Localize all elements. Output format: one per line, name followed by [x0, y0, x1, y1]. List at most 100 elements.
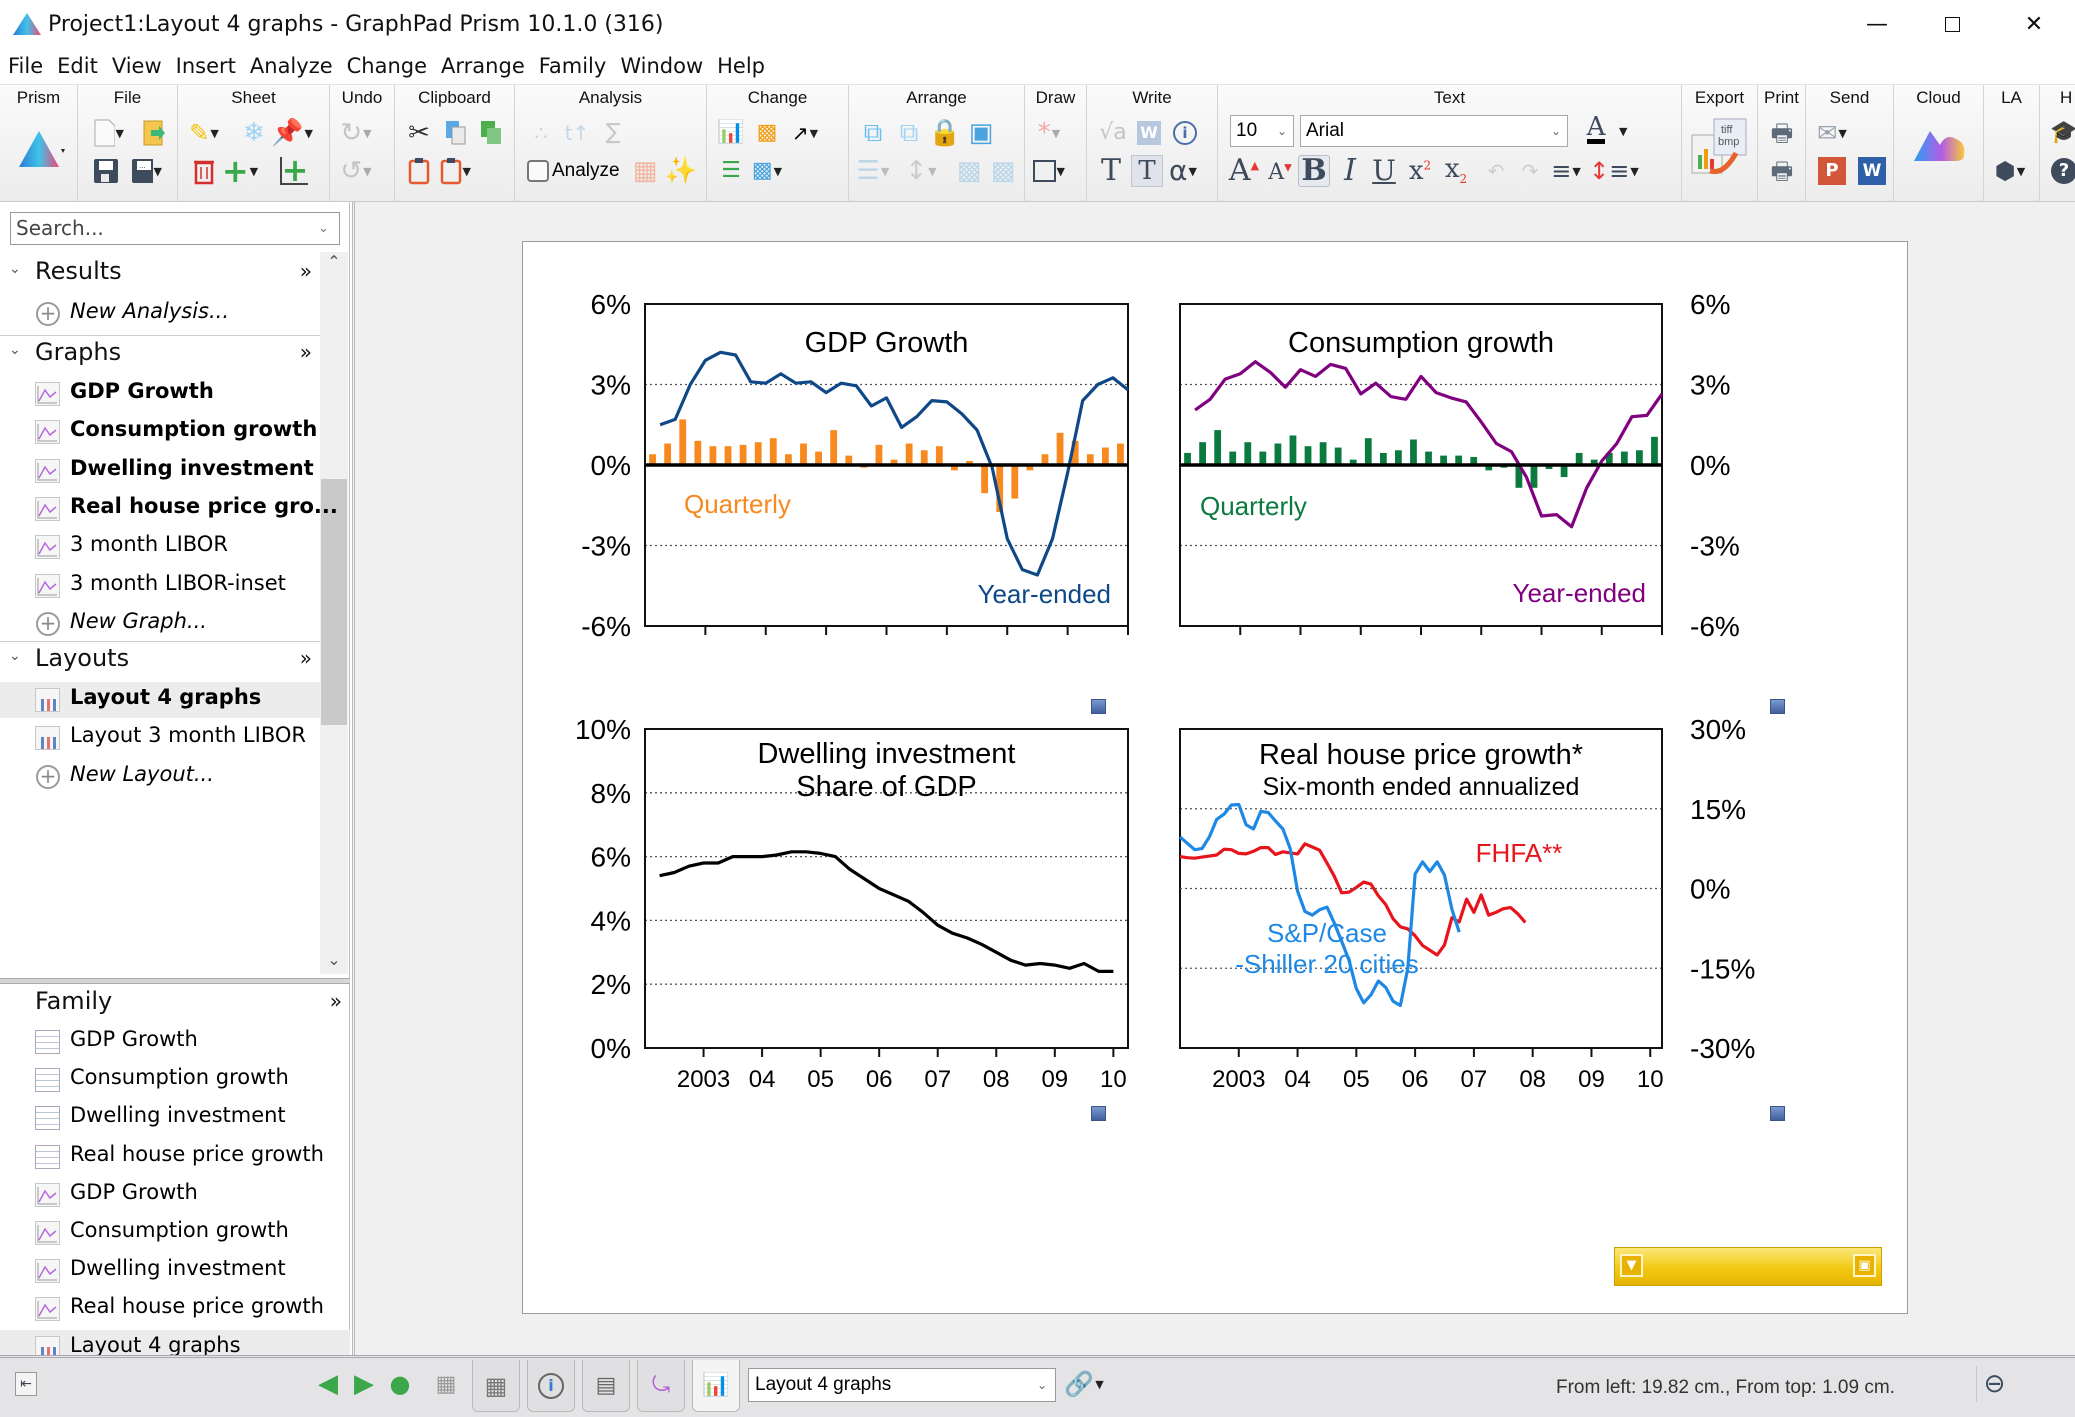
family-item[interactable]: Real house price growth — [0, 1139, 350, 1175]
graph-item[interactable]: 3 month LIBOR-inset — [0, 568, 320, 604]
format-graph-button[interactable]: ▩ — [751, 117, 783, 149]
analysis-scatter-button[interactable]: ∴ — [525, 117, 557, 149]
collapse-toolbar-button[interactable]: ▼ — [1620, 1254, 1643, 1277]
expand-more-icon[interactable]: » — [300, 646, 312, 670]
format-axes-button[interactable]: ☰ — [715, 155, 747, 187]
copy-special-button[interactable] — [475, 117, 507, 149]
bold-button[interactable]: B — [1298, 155, 1330, 187]
print-preview-button[interactable]: 🖶 — [1766, 155, 1798, 187]
new-graph-item[interactable]: + New Graph... — [0, 606, 320, 642]
resize-handle[interactable] — [1091, 699, 1106, 714]
next-sheet-button[interactable]: ▶ — [346, 1366, 382, 1402]
expand-more-icon[interactable]: » — [300, 259, 312, 283]
restore-toolbar-button[interactable]: ▣ — [1853, 1254, 1876, 1277]
cloud-button[interactable] — [1910, 123, 1968, 167]
undo-button[interactable]: ↺ ▼ — [340, 155, 372, 187]
floating-toolbar[interactable]: ▼ ▣ — [1614, 1247, 1882, 1286]
send-back-button[interactable]: ⧉ — [893, 117, 925, 149]
layout-item[interactable]: Layout 4 graphs — [0, 682, 320, 718]
tab-info[interactable]: i — [527, 1360, 575, 1412]
menu-analyze[interactable]: Analyze — [250, 54, 333, 78]
decrease-font-button[interactable]: A▼ — [1264, 157, 1296, 189]
tab-results[interactable]: ▤ — [582, 1360, 630, 1412]
change-graph-type-button[interactable]: 📊 — [715, 117, 747, 149]
section-results-header[interactable]: ⌄ Results » — [0, 257, 320, 291]
maximize-button[interactable] — [1911, 0, 1993, 48]
section-layouts-header[interactable]: ⌄ Layouts » — [0, 644, 320, 678]
menu-edit[interactable]: Edit — [57, 54, 98, 78]
sheet-selector[interactable]: Layout 4 graphs ⌄ — [748, 1368, 1056, 1402]
rotate-left-button[interactable]: ↶ — [1480, 155, 1512, 187]
layout-page[interactable]: 6% 3% 0% -3% -6% GDP Growth Quarterly Year-ende… — [522, 241, 1908, 1314]
navigator-scrollbar[interactable]: ⌃ ⌄ — [320, 252, 348, 974]
new-file-button[interactable]: ▼ — [92, 117, 124, 149]
align-button[interactable]: ☰ ▼ — [857, 155, 890, 187]
font-name-select[interactable]: Arial ⌄ — [1300, 115, 1568, 147]
prism-menu-button[interactable] — [12, 127, 70, 171]
bring-front-button[interactable]: ⧉ — [857, 117, 889, 149]
ungroup-objects-button[interactable]: ▩ — [987, 155, 1019, 187]
zoom-out-button[interactable]: ⊖ — [1976, 1366, 2012, 1402]
resize-handle[interactable] — [1091, 1106, 1106, 1121]
link-button[interactable]: 🔗 ▼ — [1064, 1366, 1103, 1402]
underline-button[interactable]: U — [1368, 155, 1400, 187]
expand-more-icon[interactable]: » — [300, 340, 312, 364]
menu-arrange[interactable]: Arrange — [441, 54, 525, 78]
la-button[interactable]: ⬢ ▼ — [1994, 155, 2026, 187]
resize-handle[interactable] — [1770, 1106, 1785, 1121]
layout-item[interactable]: Layout 3 month LIBOR — [0, 720, 320, 756]
wizard-button[interactable]: ✨ — [665, 155, 697, 187]
graph-item[interactable]: Dwelling investment — [0, 453, 320, 489]
new-sheet-button[interactable]: + ▼ — [222, 155, 258, 187]
draw-rectangle-button[interactable]: ▼ — [1033, 155, 1065, 187]
graph-item[interactable]: 3 month LIBOR — [0, 529, 320, 565]
analyze-button[interactable]: Analyze — [527, 155, 620, 187]
superscript-button[interactable]: x2 — [1404, 155, 1436, 187]
freeze-button[interactable]: ❄ — [238, 117, 270, 149]
group-objects-button[interactable]: ▩ — [953, 155, 985, 187]
send-powerpoint-button[interactable]: P — [1816, 155, 1848, 187]
expand-more-icon[interactable]: » — [330, 989, 342, 1013]
graph-item[interactable]: Consumption growth — [0, 414, 320, 450]
menu-insert[interactable]: Insert — [176, 54, 236, 78]
info-constant-button[interactable]: i — [1169, 117, 1201, 149]
resize-handle[interactable] — [1770, 699, 1785, 714]
new-layout-item[interactable]: + New Layout... — [0, 759, 320, 795]
close-button[interactable]: ✕ — [1993, 0, 2075, 48]
text-box-button[interactable]: T — [1131, 155, 1163, 187]
export-button[interactable]: tiff bmp — [1690, 115, 1752, 185]
scroll-up-icon[interactable]: ⌃ — [320, 252, 348, 271]
panel-splitter[interactable] — [0, 978, 350, 984]
save-button[interactable] — [90, 155, 122, 187]
graph-item[interactable]: GDP Growth — [0, 376, 320, 412]
paste-button[interactable] — [403, 155, 435, 187]
menu-file[interactable]: File — [8, 54, 43, 78]
sum-button[interactable]: ∑ — [597, 117, 629, 149]
equation-button[interactable]: √a — [1097, 117, 1129, 149]
tab-layout[interactable]: 📊 — [692, 1360, 740, 1412]
color-scheme-button[interactable]: ▩ ▼ — [751, 155, 783, 187]
menu-change[interactable]: Change — [347, 54, 427, 78]
toggle-navigator-button[interactable]: ⇤ — [8, 1366, 44, 1402]
pin-button[interactable]: 📌 ▼ — [271, 117, 313, 149]
learn-button[interactable]: 🎓 — [2048, 117, 2075, 149]
text-color-button[interactable]: A — [1580, 113, 1612, 145]
font-size-select[interactable]: 10 ⌄ — [1230, 115, 1294, 147]
open-file-button[interactable] — [138, 117, 170, 149]
cut-button[interactable]: ✂ — [403, 117, 435, 149]
group-button[interactable]: ▣ — [965, 117, 997, 149]
search-input[interactable]: Search... ⌄ — [10, 212, 340, 245]
print-button[interactable]: 🖶 — [1766, 117, 1798, 149]
draw-shape-button[interactable]: * ▼ — [1033, 117, 1065, 149]
increase-font-button[interactable]: A▲ — [1228, 155, 1260, 187]
word-object-button[interactable]: W — [1133, 117, 1165, 149]
menu-window[interactable]: Window — [620, 54, 703, 78]
t-test-button[interactable]: t↑ — [561, 117, 593, 149]
help-button[interactable]: ? — [2048, 155, 2075, 187]
redo-button[interactable]: ↻ ▼ — [340, 117, 372, 149]
rotate-right-button[interactable]: ↷ — [1514, 155, 1546, 187]
navigate-magic-button[interactable]: ● — [382, 1366, 418, 1402]
family-item[interactable]: Dwelling investment — [0, 1253, 350, 1289]
new-analysis-item[interactable]: + New Analysis... — [0, 296, 320, 332]
save-as-button[interactable]: ... ▼ — [130, 155, 162, 187]
